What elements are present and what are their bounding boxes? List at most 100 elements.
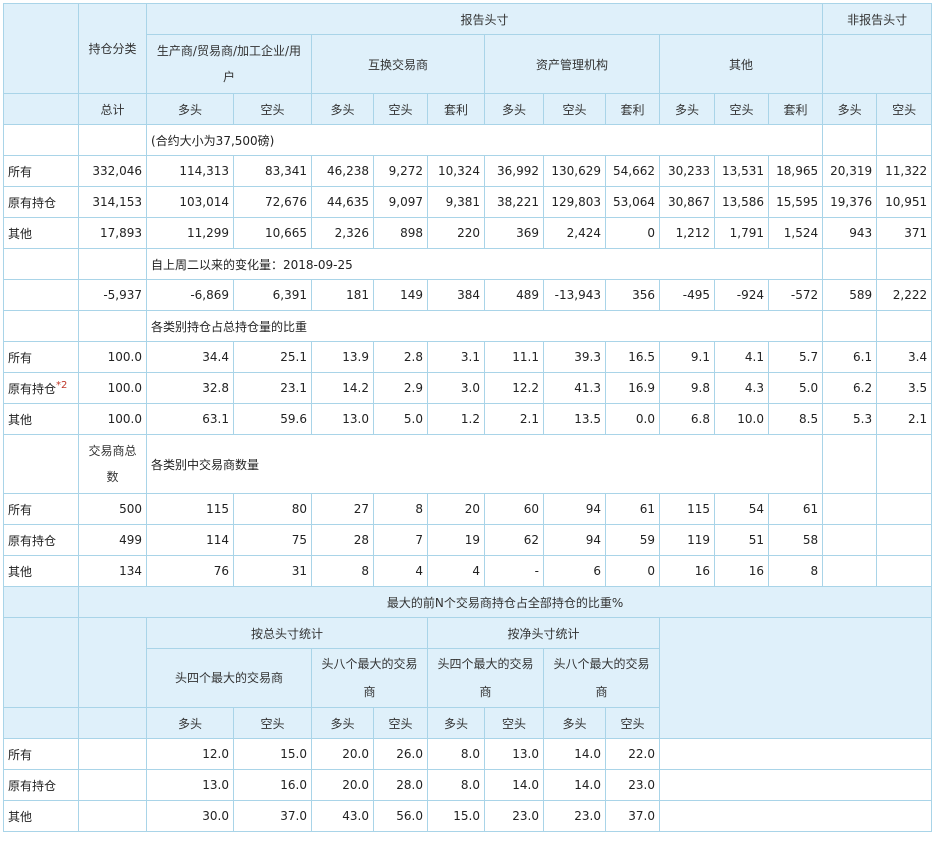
value-cell: 16.9 xyxy=(605,372,660,404)
concentration-cell: 23.0 xyxy=(484,800,544,832)
value-cell: 30,233 xyxy=(659,155,715,187)
gross-top8-header: 头八个最大的交易商 xyxy=(311,648,428,708)
value-cell: 499 xyxy=(78,524,147,556)
concentration-cell: 14.0 xyxy=(543,769,606,801)
short-header: 空头 xyxy=(484,707,544,739)
swap-short-header: 空头 xyxy=(373,93,428,125)
row-label: 原有持仓 xyxy=(3,524,79,556)
value-cell: 13.5 xyxy=(543,403,606,435)
value-cell: 5.7 xyxy=(767,341,824,373)
value-cell: 220 xyxy=(427,217,485,249)
value-cell: 6 xyxy=(543,555,606,587)
value-cell: 27 xyxy=(311,493,374,525)
gross-header: 按总头寸统计 xyxy=(146,617,428,649)
value-cell: 500 xyxy=(78,493,147,525)
percent-row: 原有持仓*2 100.0 32.8 23.1 14.2 2.9 3.0 12.2 41.3 16.… xyxy=(3,372,933,404)
total-header: 总计 xyxy=(78,93,147,125)
value-cell: 13,531 xyxy=(714,155,769,187)
value-cell: 2.9 xyxy=(373,372,428,404)
corner-cell xyxy=(3,3,79,94)
value-cell: 2.8 xyxy=(373,341,428,373)
change-cell: 6,391 xyxy=(233,279,312,311)
value-cell: 16 xyxy=(714,555,769,587)
concentration-cell: 23.0 xyxy=(605,769,660,801)
holding-class-header: 持仓分类 xyxy=(78,3,147,94)
value-cell: 9.1 xyxy=(659,341,715,373)
short-header: 空头 xyxy=(605,707,660,739)
value-cell: 8 xyxy=(373,493,428,525)
value-cell: 10,951 xyxy=(876,186,933,218)
value-cell: 115 xyxy=(659,493,715,525)
trader-row: 原有持仓 499 114 75 28 7 19 62 94 59 119 51 58 xyxy=(3,524,933,556)
concentration-title-row: 最大的前N个交易商持仓占全部持仓的比重% xyxy=(3,586,933,618)
gross-top4-header: 头四个最大的交易商 xyxy=(146,648,312,708)
row-label: 原有持仓*2 xyxy=(3,372,79,404)
row-label: 原有持仓 xyxy=(3,769,79,801)
concentration-row: 其他 30.0 37.0 43.0 56.0 15.0 23.0 23.0 37.0 xyxy=(3,800,933,832)
short-header: 空头 xyxy=(373,707,428,739)
value-cell: 23.1 xyxy=(233,372,312,404)
value-cell: 100.0 xyxy=(78,403,147,435)
net-top8-header: 头八个最大的交易商 xyxy=(543,648,660,708)
value-cell: 13.9 xyxy=(311,341,374,373)
percent-row: 所有 100.0 34.4 25.1 13.9 2.8 3.1 11.1 39.3 16.5 9.1… xyxy=(3,341,933,373)
value-cell: 10,324 xyxy=(427,155,485,187)
change-cell: -572 xyxy=(767,279,824,311)
value-cell: 13.0 xyxy=(311,403,374,435)
producer-header: 生产商/贸易商/加工企业/用户 xyxy=(146,34,312,94)
value-cell: 1,212 xyxy=(659,217,715,249)
value-cell: 4 xyxy=(427,555,485,587)
footnote-marker: *2 xyxy=(56,379,68,391)
value-cell: 61 xyxy=(767,493,824,525)
value-cell: 8 xyxy=(767,555,824,587)
concentration-cell: 43.0 xyxy=(311,800,374,832)
value-cell: 6.2 xyxy=(822,372,878,404)
value-cell: 94 xyxy=(543,493,606,525)
value-cell: 943 xyxy=(822,217,878,249)
long-header: 多头 xyxy=(311,707,374,739)
value-cell: 20 xyxy=(427,493,485,525)
concentration-cell: 22.0 xyxy=(605,738,660,770)
producer-short-header: 空头 xyxy=(233,93,312,125)
value-cell: 10,665 xyxy=(233,217,312,249)
row-label: 所有 xyxy=(3,341,79,373)
change-row: -5,937 -6,869 6,391 181 149 384 489 -13,943 356-… xyxy=(3,279,933,311)
change-cell: -495 xyxy=(659,279,715,311)
value-cell: 36,992 xyxy=(484,155,544,187)
other-short-header: 空头 xyxy=(714,93,769,125)
change-cell: 181 xyxy=(311,279,374,311)
value-cell: 7 xyxy=(373,524,428,556)
concentration-group-row: 按总头寸统计 按净头寸统计 xyxy=(3,617,933,739)
long-header: 多头 xyxy=(427,707,485,739)
row-label-text: 原有持仓 xyxy=(8,381,57,396)
concentration-cell: 23.0 xyxy=(543,800,606,832)
traders-note: 各类别中交易商数量 xyxy=(145,434,824,494)
value-cell: 58 xyxy=(767,524,824,556)
concentration-row: 所有 12.0 15.0 20.0 26.0 8.0 13.0 14.0 22.0 xyxy=(3,738,933,770)
position-row: 原有持仓 314,153 103,014 72,676 44,635 9,097 9,381… xyxy=(3,186,933,218)
concentration-cell: 8.0 xyxy=(427,769,485,801)
value-cell: 9,272 xyxy=(373,155,428,187)
concentration-cell: 14.0 xyxy=(543,738,606,770)
value-cell: 10.0 xyxy=(714,403,769,435)
value-cell: 94 xyxy=(543,524,606,556)
traders-header-row: 交易商总数 各类别中交易商数量 xyxy=(3,434,933,494)
swap-long-header: 多头 xyxy=(311,93,374,125)
concentration-cell: 15.0 xyxy=(427,800,485,832)
concentration-cell: 15.0 xyxy=(233,738,312,770)
change-cell: -924 xyxy=(714,279,769,311)
concentration-row: 原有持仓 13.0 16.0 20.0 28.0 8.0 14.0 14.0 23.0 xyxy=(3,769,933,801)
value-cell: 38,221 xyxy=(484,186,544,218)
net-top4-header: 头四个最大的交易商 xyxy=(427,648,544,708)
change-cell: 384 xyxy=(427,279,485,311)
managed-header: 资产管理机构 xyxy=(484,34,660,94)
value-cell: 11,322 xyxy=(876,155,933,187)
value-cell: 25.1 xyxy=(233,341,312,373)
value-cell: 53,064 xyxy=(605,186,660,218)
value-cell: 46,238 xyxy=(311,155,374,187)
change-cell: -13,943 xyxy=(543,279,606,311)
managed-long-header: 多头 xyxy=(484,93,544,125)
nonreportable-header: 非报告头寸 xyxy=(822,3,933,35)
position-row: 其他 17,893 11,299 10,665 2,326 898 220 369 2,424 0… xyxy=(3,217,933,249)
concentration-cell: 28.0 xyxy=(373,769,428,801)
